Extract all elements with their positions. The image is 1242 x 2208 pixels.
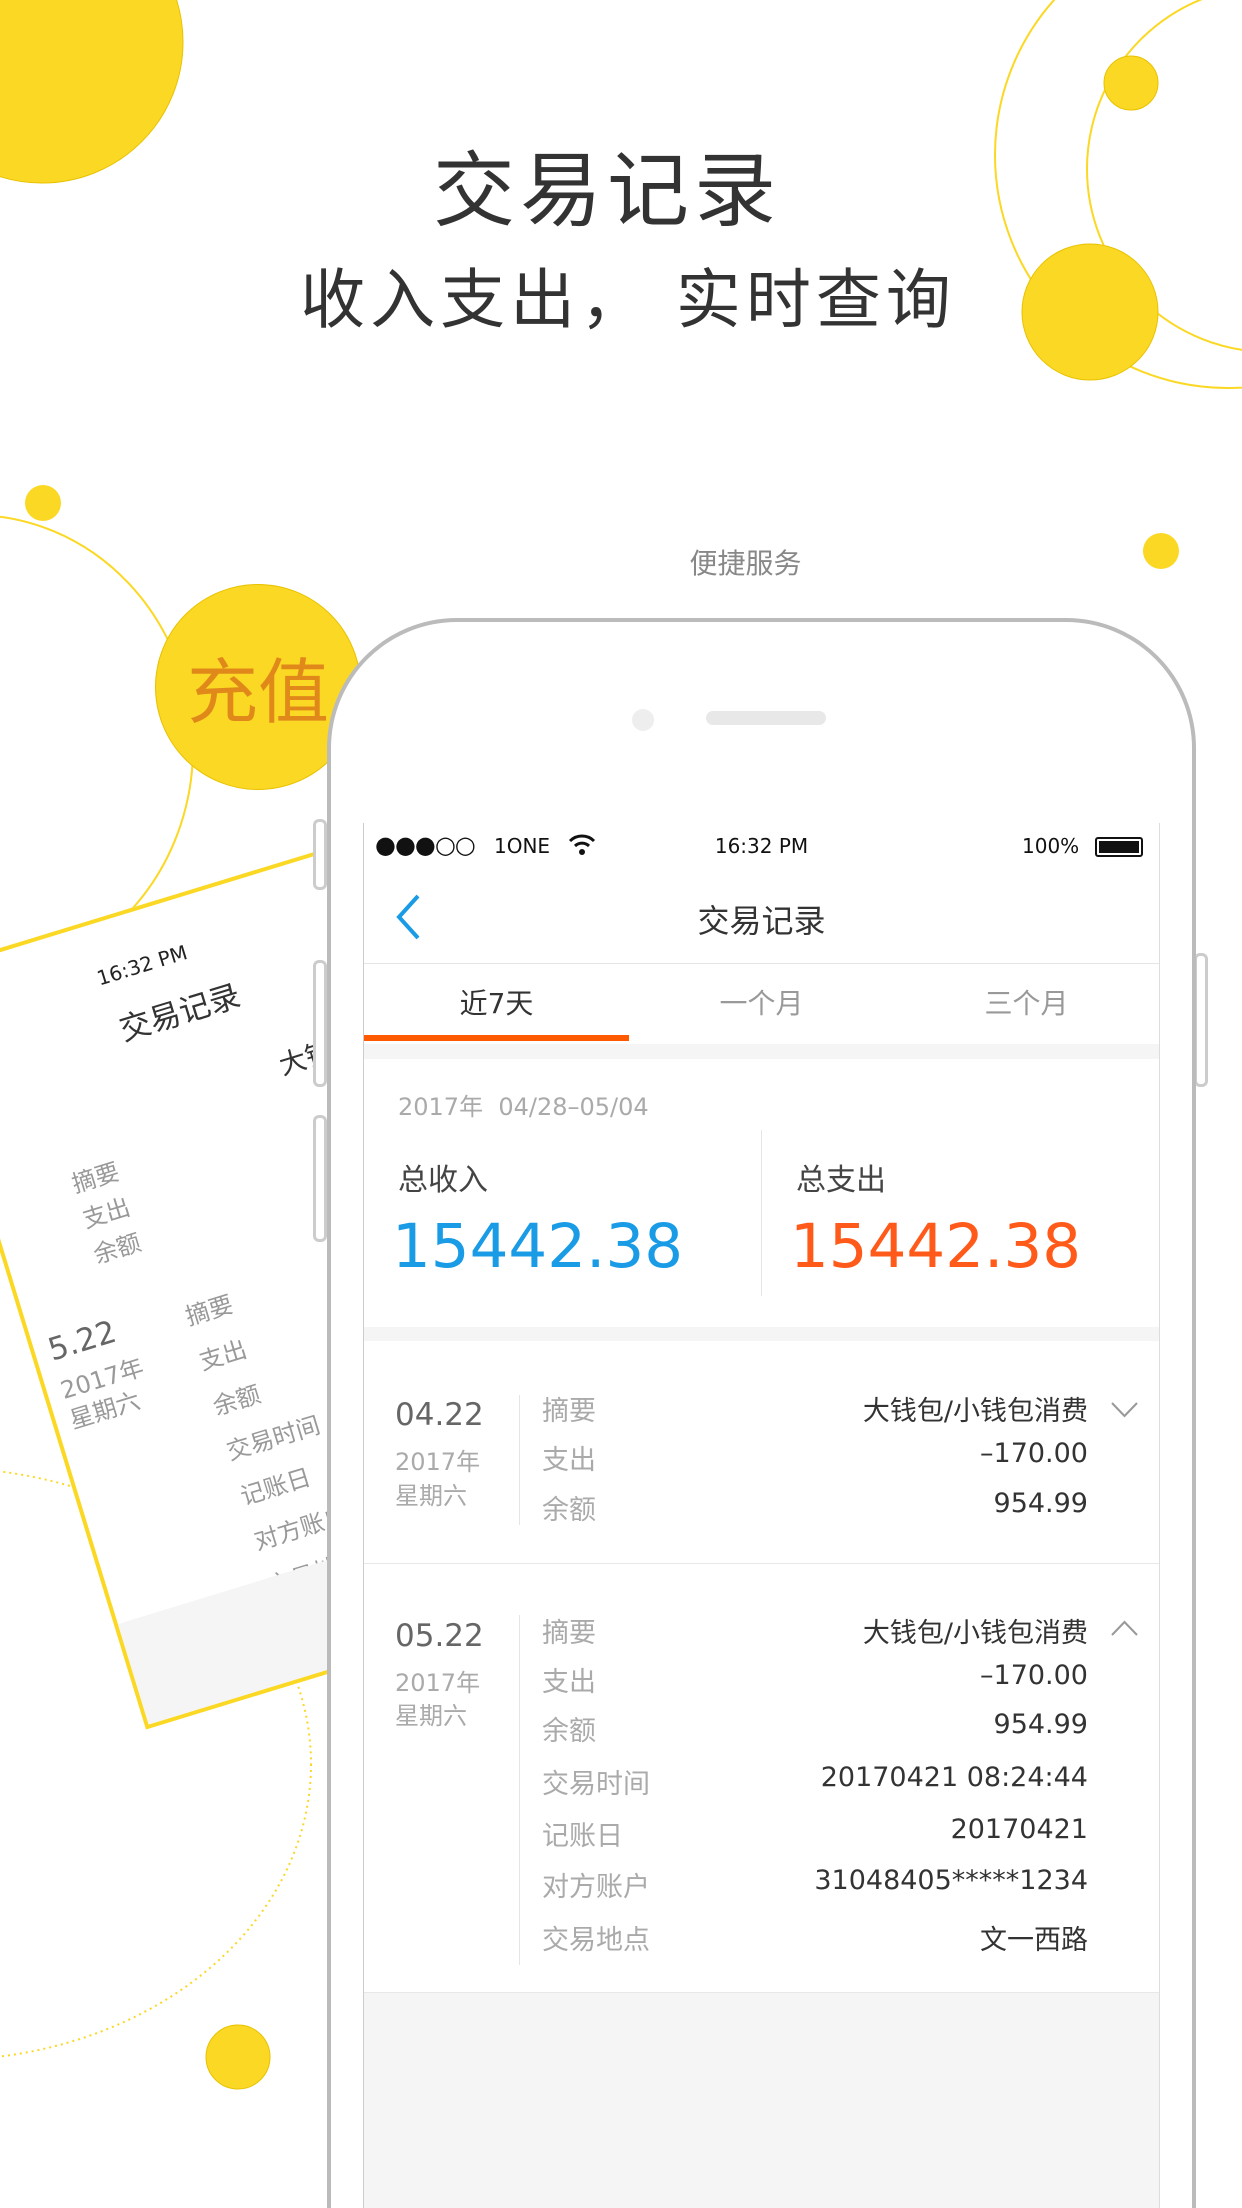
tx-row: 支出 –170.00 bbox=[542, 1438, 1088, 1487]
tx-date: 04.22 bbox=[395, 1397, 484, 1433]
transaction-item-expanded[interactable]: 05.22 2017年 星期六 摘要 大钱包/小钱包消费 支出 –170.00 余额… bbox=[364, 1564, 1159, 1993]
income-label: 总收入 bbox=[398, 1163, 488, 1198]
row-value: 大钱包/小钱包消费 bbox=[862, 1618, 1088, 1649]
tx-weekday: 星期六 bbox=[395, 1482, 467, 1510]
row-label: 余额 bbox=[542, 1716, 596, 1747]
row-label: 余额 bbox=[542, 1495, 596, 1526]
expense-value: 15442.38 bbox=[790, 1211, 1082, 1282]
expense-label: 总支出 bbox=[796, 1163, 886, 1198]
recharge-label: 充值 bbox=[186, 651, 329, 734]
decor-circle bbox=[1143, 533, 1179, 569]
tx-row: 记账日 20170421 bbox=[542, 1814, 1088, 1863]
nav-title: 交易记录 bbox=[697, 902, 826, 940]
divider bbox=[519, 1395, 520, 1525]
phone-screen: ●●●○○ 1ONE 16:32 PM 100% 交易记录 近7天 一个月 三个… bbox=[363, 823, 1160, 2208]
battery-icon bbox=[1095, 837, 1143, 857]
row-value: 31048405*****1234 bbox=[814, 1865, 1088, 1896]
row-label: 支出 bbox=[542, 1445, 596, 1476]
card-labels: 摘要 支出 余额 bbox=[67, 1154, 145, 1274]
battery-percent: 100% bbox=[1022, 834, 1080, 858]
phone-side-button bbox=[313, 960, 327, 1087]
row-label: 记账日 bbox=[542, 1821, 623, 1852]
tx-row: 交易地点 文一西路 bbox=[542, 1918, 1088, 1967]
row-value: –170.00 bbox=[980, 1438, 1088, 1469]
decor-circle bbox=[1103, 55, 1159, 111]
divider bbox=[761, 1130, 762, 1296]
tx-year: 2017年 bbox=[395, 1448, 481, 1476]
nav-bar: 交易记录 bbox=[364, 868, 1159, 964]
service-label: 便捷服务 bbox=[689, 547, 802, 580]
row-label: 摘要 bbox=[542, 1618, 596, 1649]
tab-3months[interactable]: 三个月 bbox=[894, 964, 1159, 1044]
row-label: 对方账户 bbox=[542, 1872, 650, 1903]
period-tabs: 近7天 一个月 三个月 bbox=[364, 964, 1159, 1044]
decor-circle bbox=[205, 2024, 271, 2090]
row-value: 文一西路 bbox=[980, 1925, 1088, 1956]
tx-row: 摘要 大钱包/小钱包消费 bbox=[542, 1389, 1088, 1438]
tx-row: 交易时间 20170421 08:24:44 bbox=[542, 1762, 1088, 1811]
summary-panel: 2017年 04/28–05/04 总收入 15442.38 总支出 15442… bbox=[364, 1059, 1159, 1327]
tx-row: 余额 954.99 bbox=[542, 1709, 1088, 1758]
income-value: 15442.38 bbox=[392, 1211, 684, 1282]
divider bbox=[519, 1615, 520, 1965]
chevron-up-icon[interactable] bbox=[1109, 1618, 1140, 1638]
row-label: 交易地点 bbox=[542, 1925, 650, 1956]
chevron-down-icon[interactable] bbox=[1109, 1400, 1140, 1420]
tx-row: 摘要 大钱包/小钱包消费 bbox=[542, 1611, 1088, 1660]
tx-row: 支出 –170.00 bbox=[542, 1660, 1088, 1709]
row-value: 954.99 bbox=[993, 1709, 1088, 1740]
tx-date: 05.22 bbox=[395, 1618, 484, 1654]
status-bar: ●●●○○ 1ONE 16:32 PM 100% bbox=[364, 823, 1159, 868]
phone-speaker bbox=[706, 711, 826, 725]
phone-side-button bbox=[313, 819, 327, 890]
tx-row: 余额 954.99 bbox=[542, 1488, 1088, 1537]
row-value: 大钱包/小钱包消费 bbox=[862, 1396, 1088, 1427]
promo-subtitle: 收入支出， 实时查询 bbox=[300, 263, 956, 338]
tab-1month[interactable]: 一个月 bbox=[629, 964, 894, 1044]
promo-title: 交易记录 bbox=[432, 144, 781, 239]
row-value: 20170421 08:24:44 bbox=[820, 1762, 1088, 1793]
date-range: 2017年 04/28–05/04 bbox=[398, 1093, 649, 1121]
row-label: 支出 bbox=[542, 1667, 596, 1698]
tx-year: 2017年 bbox=[395, 1669, 481, 1697]
phone-camera bbox=[632, 709, 654, 731]
card-title: 交易记录 bbox=[115, 977, 245, 1049]
row-value: 20170421 bbox=[950, 1814, 1088, 1845]
row-label: 交易时间 bbox=[542, 1769, 650, 1800]
decor-circle bbox=[25, 485, 61, 521]
tx-row: 对方账户 31048405*****1234 bbox=[542, 1865, 1088, 1914]
row-value: –170.00 bbox=[980, 1660, 1088, 1691]
phone-side-button bbox=[1194, 953, 1208, 1087]
row-label: 摘要 bbox=[542, 1396, 596, 1427]
tab-7days[interactable]: 近7天 bbox=[364, 964, 629, 1044]
transaction-item[interactable]: 04.22 2017年 星期六 摘要 大钱包/小钱包消费 支出 –170.00 余额… bbox=[364, 1341, 1159, 1564]
row-value: 954.99 bbox=[993, 1488, 1088, 1519]
tx-weekday: 星期六 bbox=[395, 1702, 467, 1730]
card-time: 16:32 PM bbox=[93, 940, 191, 991]
phone-side-button bbox=[313, 1115, 327, 1242]
